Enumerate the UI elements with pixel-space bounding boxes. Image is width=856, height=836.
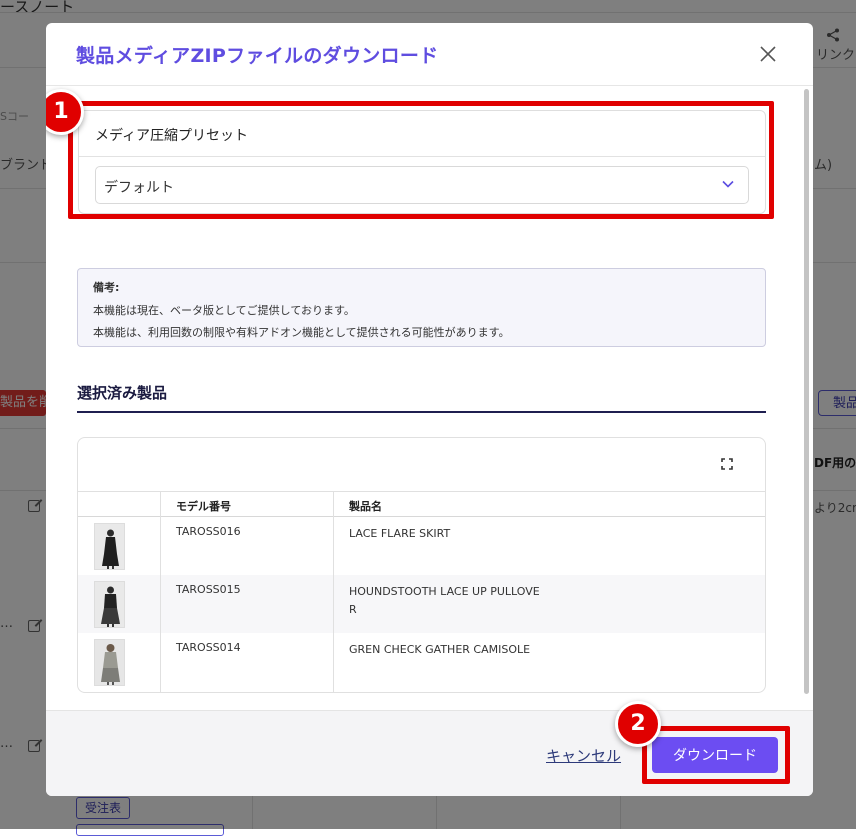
notice-title: 備考:: [93, 281, 120, 294]
table-column-divider: [160, 491, 161, 692]
product-model-number: TAROSS016: [176, 525, 241, 538]
download-media-zip-dialog: 製品メディアZIPファイルのダウンロード メディア圧縮プリセット デフォルト 1…: [46, 23, 813, 796]
product-thumbnail: [94, 639, 125, 686]
chevron-down-icon: [722, 180, 734, 188]
product-name: GREN CHECK GATHER CAMISOLE: [349, 643, 531, 656]
product-thumbnail: [94, 523, 125, 570]
dialog-header: 製品メディアZIPファイルのダウンロード: [46, 23, 813, 86]
product-model-number: TAROSS014: [176, 641, 241, 654]
selected-products-title: 選択済み製品: [77, 384, 168, 402]
close-icon[interactable]: [757, 43, 779, 65]
product-name: HOUNDSTOOTH LACE UP PULLOVE R: [349, 585, 540, 616]
table-row: TAROSS014 GREN CHECK GATHER CAMISOLE: [78, 633, 765, 691]
table-row: TAROSS015 HOUNDSTOOTH LACE UP PULLOVE R: [78, 575, 765, 633]
preset-divider: [79, 156, 765, 157]
download-button[interactable]: ダウンロード: [652, 737, 778, 773]
notice-text: 本機能は、利用回数の制限や有料アドオン機能として提供される可能性があります。: [93, 326, 510, 339]
table-column-divider: [333, 491, 334, 692]
dialog-footer: キャンセル ダウンロード 2: [46, 701, 813, 796]
compression-preset-label: メディア圧縮プリセット: [95, 128, 249, 144]
product-model-number: TAROSS015: [176, 583, 241, 596]
annotation-badge-2: 2: [615, 701, 661, 747]
compression-preset-card: メディア圧縮プリセット デフォルト: [78, 110, 766, 214]
product-name: LACE FLARE SKIRT: [349, 527, 451, 540]
beta-notice: 備考: 本機能は現在、ベータ版としてご提供しております。 本機能は、利用回数の制…: [77, 268, 766, 347]
dialog-body: メディア圧縮プリセット デフォルト 1 備考: 本機能は現在、ベータ版としてご提…: [46, 86, 813, 710]
compression-preset-selected-value: デフォルト: [104, 180, 174, 196]
column-header-product-name: 製品名: [349, 500, 382, 513]
notice-text: 本機能は現在、ベータ版としてご提供しております。: [93, 304, 355, 317]
compression-preset-select[interactable]: デフォルト: [95, 166, 749, 204]
column-header-model-number: モデル番号: [176, 500, 231, 513]
scrollbar-thumb[interactable]: [804, 89, 809, 694]
table-header: モデル番号 製品名: [78, 491, 765, 517]
dialog-title: 製品メディアZIPファイルのダウンロード: [76, 45, 439, 67]
fullscreen-icon[interactable]: [721, 458, 733, 470]
dialog-scrollbar[interactable]: [801, 86, 811, 710]
table-row: TAROSS016 LACE FLARE SKIRT: [78, 517, 765, 575]
section-divider: [77, 411, 766, 413]
cancel-button[interactable]: キャンセル: [546, 745, 621, 766]
selected-products-table: モデル番号 製品名 TAROSS016 LACE FLARE SKIRT TAR…: [77, 437, 766, 693]
product-thumbnail: [94, 581, 125, 628]
